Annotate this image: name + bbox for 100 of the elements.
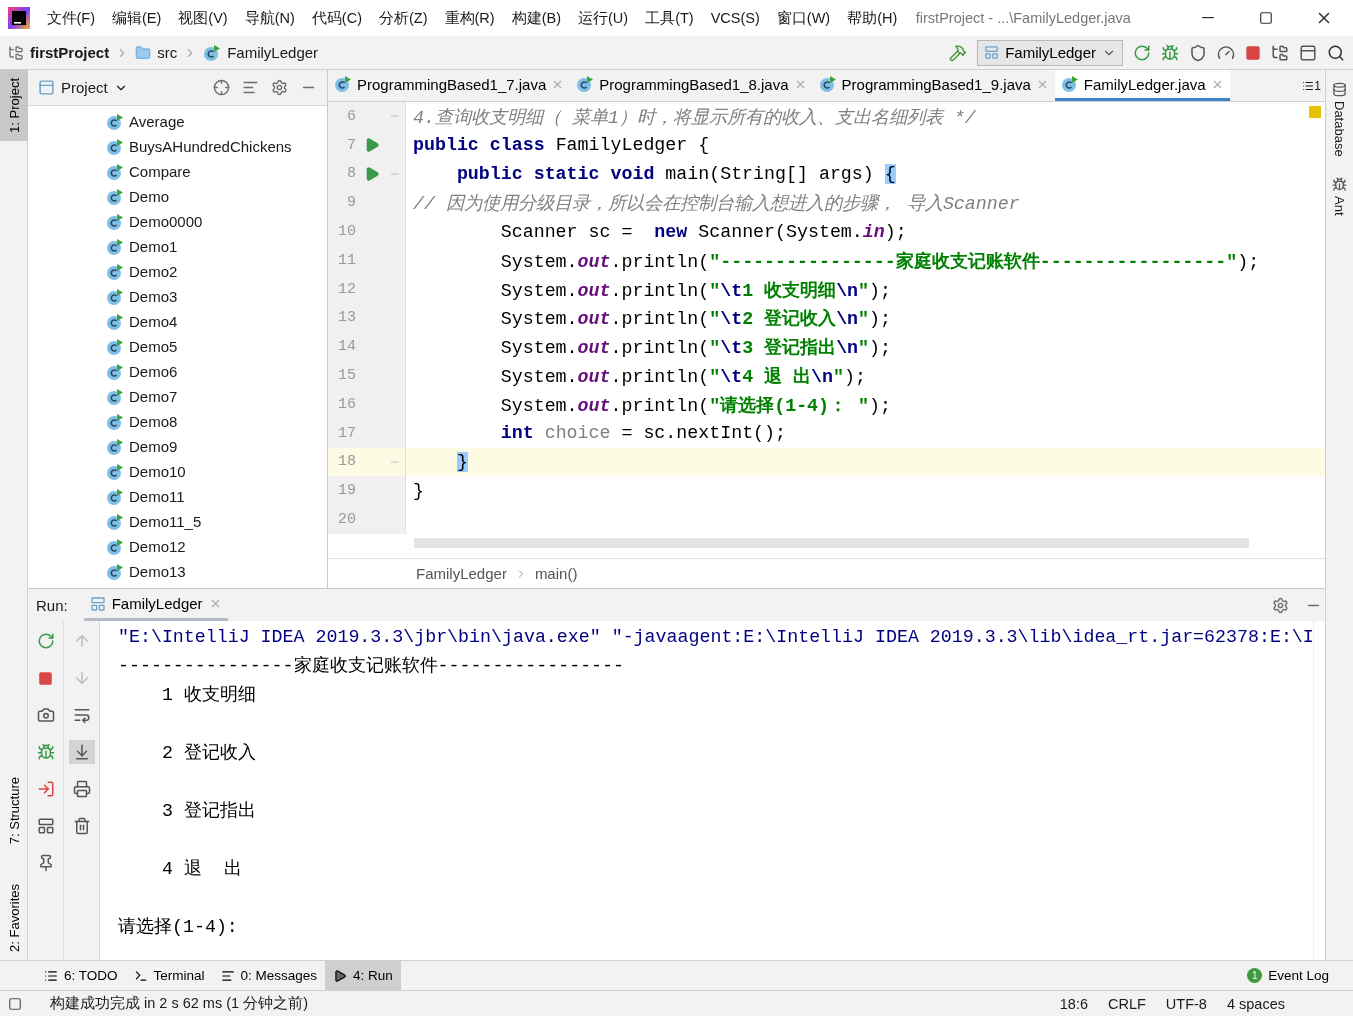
- class-icon: [106, 487, 124, 506]
- camera-icon[interactable]: [36, 706, 55, 724]
- menu-item[interactable]: 运行(U): [569, 8, 637, 28]
- run-gutter-icon[interactable]: [364, 166, 380, 182]
- menu-item[interactable]: 导航(N): [236, 8, 304, 28]
- tree-item[interactable]: Demo7: [106, 384, 327, 409]
- tree-item[interactable]: Demo2: [106, 259, 327, 284]
- menu-item[interactable]: 帮助(H): [838, 8, 906, 28]
- menu-item[interactable]: 视图(V): [169, 8, 237, 28]
- tool-window-tab[interactable]: 1: Project: [0, 70, 28, 141]
- tree-item[interactable]: Demo10: [106, 459, 327, 484]
- line-number: 6: [346, 107, 356, 125]
- breadcrumb-item[interactable]: FamilyLedger: [227, 44, 319, 61]
- tree-item[interactable]: Demo9: [106, 434, 327, 459]
- run-gutter-icon[interactable]: [364, 137, 380, 154]
- tree-item[interactable]: Demo3: [106, 284, 327, 309]
- file-encoding[interactable]: UTF-8: [1165, 995, 1207, 1012]
- class-icon: [106, 287, 124, 306]
- tree-item[interactable]: Demo0000: [106, 209, 327, 234]
- tool-window-tab[interactable]: Database: [1332, 101, 1347, 157]
- run-config-dropdown[interactable]: FamilyLedger: [977, 39, 1123, 66]
- code-line: System.out.println("请选择(1-4)： ");: [499, 394, 891, 417]
- menu-item[interactable]: 分析(Z): [370, 8, 436, 28]
- tree-item[interactable]: Demo11: [106, 484, 327, 509]
- list-icon: [44, 968, 58, 983]
- ant-icon[interactable]: [1332, 176, 1347, 192]
- tree-item[interactable]: Demo: [106, 184, 327, 209]
- menu-item[interactable]: 窗口(W): [768, 8, 839, 28]
- search-icon[interactable]: [1327, 43, 1345, 62]
- tool-window-tab[interactable]: 7: Structure: [0, 768, 28, 853]
- menu-item[interactable]: VCS(S): [702, 10, 769, 26]
- trash-icon[interactable]: [72, 817, 91, 835]
- tab-list-button[interactable]: 1: [1298, 70, 1325, 101]
- settings-icon[interactable]: [271, 79, 288, 96]
- terminal-window-icon[interactable]: [1299, 43, 1317, 62]
- rerun-icon[interactable]: [1133, 43, 1151, 62]
- editor-tab[interactable]: FamilyLedger.java: [1054, 70, 1230, 101]
- debug-icon[interactable]: [36, 743, 55, 761]
- menu-item[interactable]: 重构(R): [436, 8, 504, 28]
- menu-item[interactable]: 工具(T): [636, 8, 703, 28]
- menu-item[interactable]: 代码(C): [303, 8, 371, 28]
- project-structure-icon[interactable]: [1271, 43, 1289, 62]
- code-line: 4.查询收支明细（ 菜单1）时，将显示所有的收入、支出名细列表 */: [412, 106, 976, 129]
- line-separator[interactable]: CRLF: [1108, 995, 1146, 1012]
- horizontal-scrollbar[interactable]: [414, 537, 1249, 548]
- tree-item[interactable]: Average: [106, 109, 327, 134]
- editor-tab[interactable]: ProgrammingBased1_9.java: [812, 70, 1055, 101]
- console-line: 2 登记收入: [162, 743, 256, 763]
- tool-tab[interactable]: Terminal: [125, 961, 213, 990]
- panel-toggle-icon[interactable]: [8, 996, 22, 1011]
- breadcrumb-item[interactable]: firstProject: [30, 44, 110, 61]
- menu-item[interactable]: 编辑(E): [103, 8, 170, 28]
- breadcrumb-item[interactable]: FamilyLedger: [416, 565, 507, 582]
- menu-item[interactable]: 构建(B): [503, 8, 570, 28]
- tree-item[interactable]: Demo13: [106, 559, 327, 584]
- exit-icon[interactable]: [36, 780, 55, 798]
- database-icon[interactable]: [1332, 82, 1347, 97]
- caret-position[interactable]: 18:6: [1059, 995, 1088, 1012]
- code-line: int choice = sc.nextInt();: [499, 423, 786, 444]
- window-title: firstProject - ...\FamilyLedger.java: [915, 10, 1131, 26]
- settings-icon[interactable]: [1272, 596, 1289, 614]
- tree-item[interactable]: Compare: [106, 159, 327, 184]
- tool-window-tab[interactable]: Ant: [1332, 195, 1347, 216]
- tree-item[interactable]: Demo12: [106, 534, 327, 559]
- project-view-selector[interactable]: Project: [38, 79, 128, 96]
- event-log-button[interactable]: 1 Event Log: [1241, 961, 1353, 990]
- tool-tab[interactable]: 4: Run: [325, 961, 401, 990]
- tree-item[interactable]: Demo5: [106, 334, 327, 359]
- tree-item[interactable]: Demo11_5: [106, 509, 327, 534]
- stop-icon[interactable]: [1245, 44, 1261, 61]
- editor-tab[interactable]: ProgrammingBased1_8.java: [570, 70, 813, 101]
- breadcrumb-item[interactable]: main(): [534, 565, 578, 582]
- stop-icon[interactable]: [38, 670, 53, 686]
- indent-setting[interactable]: 4 spaces: [1226, 995, 1285, 1012]
- minimize-icon: [1202, 17, 1214, 19]
- collapse-icon[interactable]: [242, 79, 259, 96]
- window-icon: [89, 595, 106, 612]
- tree-item[interactable]: Demo4: [106, 309, 327, 334]
- menu-item[interactable]: 文件(F): [38, 8, 104, 28]
- layout-icon[interactable]: [36, 817, 55, 835]
- line-number: 19: [337, 482, 356, 500]
- tree-item[interactable]: BuysAHundredChickens: [106, 134, 327, 159]
- play-icon: [333, 968, 348, 983]
- breadcrumb-item[interactable]: src: [157, 44, 178, 61]
- class-icon: [106, 337, 124, 356]
- editor-tab[interactable]: ProgrammingBased1_7.java: [328, 70, 571, 101]
- code-line: System.out.println("\t1 收支明细\n");: [499, 279, 891, 302]
- warning-marker[interactable]: [1309, 106, 1321, 118]
- tree-item[interactable]: Demo1: [106, 234, 327, 259]
- crosshair-icon[interactable]: [213, 79, 230, 96]
- debug-icon[interactable]: [1161, 43, 1179, 62]
- tool-tab[interactable]: 0: Messages: [212, 961, 326, 990]
- print-icon[interactable]: [72, 780, 91, 798]
- tree-item[interactable]: Demo6: [106, 359, 327, 384]
- rerun-icon[interactable]: [36, 632, 55, 650]
- tool-tab[interactable]: 6: TODO: [36, 961, 126, 990]
- tool-window-tab[interactable]: 2: Favorites: [0, 876, 28, 960]
- hammer-icon[interactable]: [949, 43, 968, 62]
- tree-item[interactable]: Demo8: [106, 409, 327, 434]
- soft-wrap-icon[interactable]: [72, 706, 91, 724]
